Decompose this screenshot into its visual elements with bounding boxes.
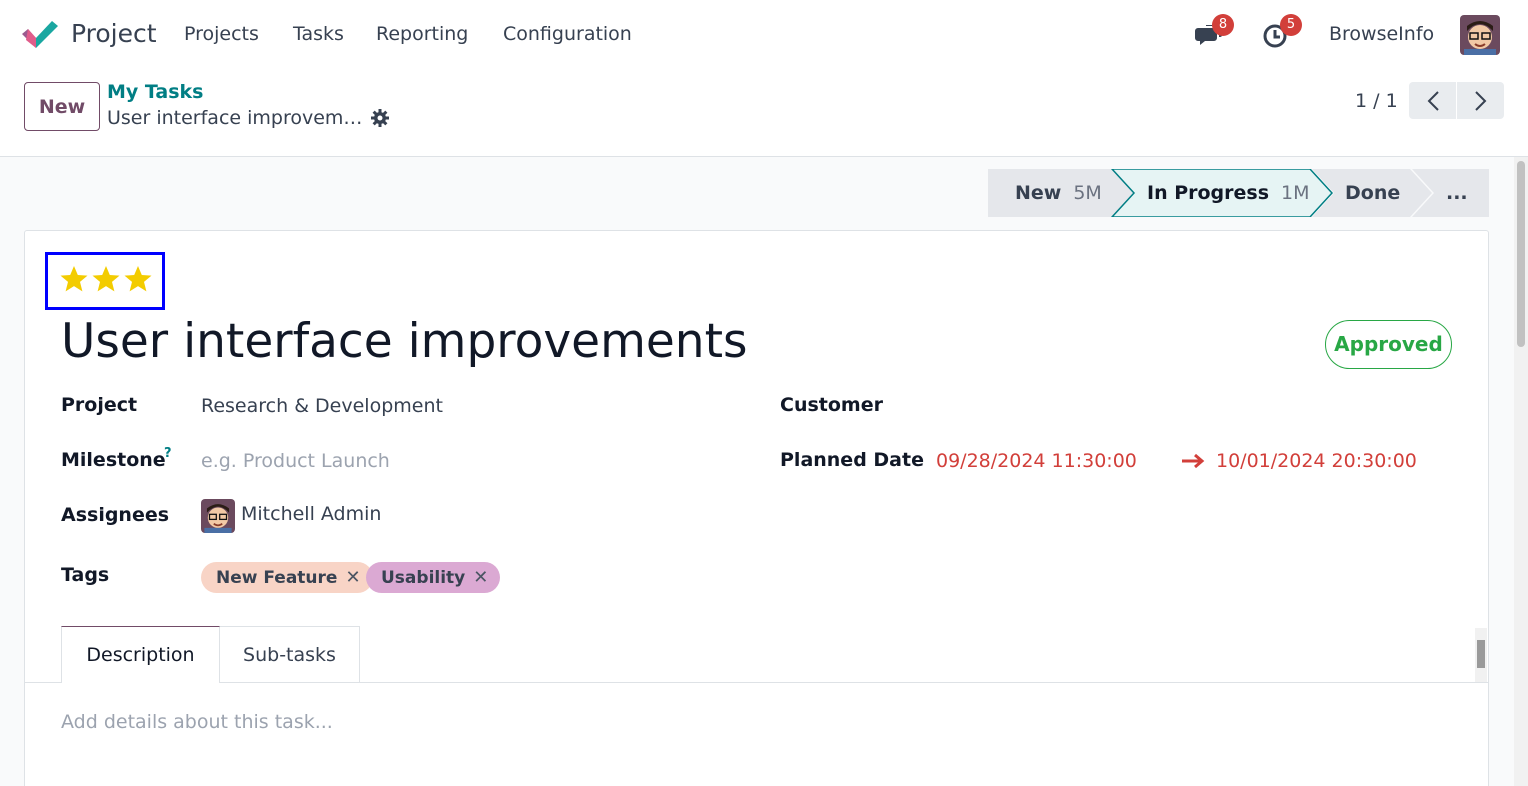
planned-date-end[interactable]: 10/01/2024 20:30:00 [1216,450,1417,472]
stage-new-count: 5M [1073,182,1102,204]
stage-in-progress[interactable]: In Progress 1M [1147,169,1310,217]
menu-tasks[interactable]: Tasks [293,23,344,45]
stage-more-button[interactable]: ... [1446,169,1468,217]
user-avatar[interactable] [1460,15,1500,55]
customer-label: Customer [780,394,883,416]
stage-more-label: ... [1446,182,1468,204]
assignee-avatar [201,499,235,533]
chevron-right-icon [1474,90,1486,111]
messages-button[interactable]: 8 [1194,14,1234,50]
milestone-label: Milestone [61,449,166,471]
tag-label: New Feature [216,567,338,588]
tabs-scrollbar[interactable] [1475,628,1487,682]
tab-sub-tasks[interactable]: Sub-tasks [220,626,360,683]
app-name[interactable]: Project [71,19,157,48]
tabs-scrollbar-thumb[interactable] [1477,640,1485,668]
tags-label: Tags [61,564,110,586]
activities-button[interactable]: 5 [1262,14,1302,50]
stage-new-label: New [1015,182,1062,204]
remove-tag-icon[interactable]: ✕ [345,567,360,588]
company-switcher[interactable]: BrowseInfo [1329,23,1434,45]
project-field[interactable]: Research & Development [201,395,443,417]
stage-statusbar: New 5M In Progress 1M Done ... [988,169,1489,217]
activities-badge: 5 [1280,14,1302,36]
gear-icon[interactable] [370,108,390,128]
breadcrumb-current: User interface improvem… [107,107,363,129]
task-state-badge[interactable]: Approved [1325,320,1452,369]
tag-label: Usability [381,567,466,588]
arrow-right-icon [1182,453,1205,469]
stage-in-progress-label: In Progress [1147,182,1270,204]
planned-date-label: Planned Date [780,449,924,471]
pager-previous-button[interactable] [1409,82,1456,119]
breadcrumb-my-tasks[interactable]: My Tasks [107,81,204,103]
menu-projects[interactable]: Projects [184,23,259,45]
chevron-left-icon [1427,90,1439,111]
remove-tag-icon[interactable]: ✕ [473,567,488,588]
control-panel: New My Tasks User interface improvem… 1 … [0,70,1528,157]
priority-star-icon[interactable] [92,265,120,293]
planned-date-start[interactable]: 09/28/2024 11:30:00 [936,450,1137,472]
top-navbar: Project Projects Tasks Reporting Configu… [0,0,1528,70]
pager-value[interactable]: 1 / 1 [1355,90,1398,112]
menu-reporting[interactable]: Reporting [376,23,468,45]
messages-badge: 8 [1212,14,1234,36]
tab-description[interactable]: Description [61,626,220,683]
stage-in-progress-count: 1M [1281,182,1310,204]
assignee-name[interactable]: Mitchell Admin [241,503,381,525]
project-logo-icon[interactable] [22,20,58,50]
menu-configuration[interactable]: Configuration [503,23,632,45]
new-button[interactable]: New [24,82,100,131]
project-label: Project [61,394,138,416]
task-title[interactable]: User interface improvements [61,314,747,369]
pager-next-button[interactable] [1457,82,1504,119]
priority-star-icon[interactable] [60,265,88,293]
stage-done-label: Done [1345,182,1401,204]
milestone-help-tooltip[interactable]: ? [164,446,172,461]
stage-new[interactable]: New 5M [1015,169,1102,217]
stage-done[interactable]: Done [1345,169,1400,217]
description-editor[interactable]: Add details about this task... [61,711,333,733]
priority-star-icon[interactable] [124,265,152,293]
scrollbar-thumb[interactable] [1517,161,1525,347]
tag-usability: Usability ✕ [366,562,501,593]
page-scrollbar[interactable] [1514,157,1528,786]
assignees-label: Assignees [61,504,170,526]
milestone-field[interactable]: e.g. Product Launch [201,450,390,472]
tag-new-feature: New Feature ✕ [201,562,373,593]
